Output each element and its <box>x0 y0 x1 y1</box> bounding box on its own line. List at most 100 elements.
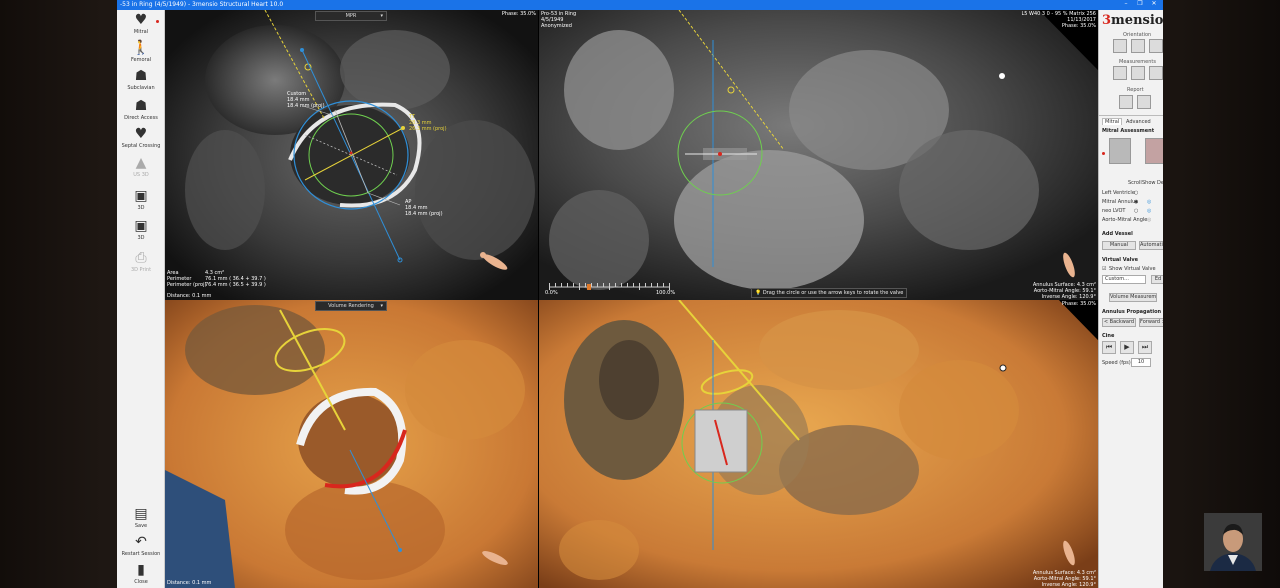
render-mode-dropdown[interactable]: Volume Rendering ▾ <box>315 301 387 311</box>
tool-label: US 3D <box>133 172 149 178</box>
valve-model-icon[interactable] <box>1145 138 1163 164</box>
measure-angle-button[interactable] <box>1131 66 1145 80</box>
viewport-volume-bottom-left[interactable]: Volume Rendering ▾ Distance: 0.1 mm <box>165 300 538 588</box>
report-snapshot-button[interactable] <box>1119 95 1133 109</box>
window-title: -53 in Ring (4/5/1949) - 3mensio Structu… <box>120 1 284 8</box>
viewport-mpr-top-left[interactable]: MPR ▾ Phase: 35.0% Custom 18.4 mm 18.4 m… <box>165 10 538 300</box>
tool-3d-print[interactable]: ⎙ 3D Print <box>119 250 163 273</box>
eye-icon[interactable]: ◎ <box>1147 199 1151 205</box>
close-icon: ▮ <box>137 562 145 578</box>
slider-tick <box>633 283 634 287</box>
slider-thumb[interactable] <box>587 284 591 290</box>
slider-tick <box>561 283 562 287</box>
tool-us-3d[interactable]: ▲ US 3D <box>119 155 163 178</box>
presenter-avatar <box>1204 513 1262 571</box>
phase-label: Phase: 35.0% <box>501 11 536 17</box>
measure-proj: 18.4 mm (proj) <box>405 211 443 217</box>
radio-left-ventricle[interactable]: ○ <box>1134 190 1138 196</box>
tool-label: Restart Session <box>121 551 161 557</box>
measure-proj: 26.3 mm (proj) <box>409 126 447 132</box>
printer-icon: ⎙ <box>135 250 147 266</box>
tool-label: Save <box>134 523 148 529</box>
show-valve-label: Show Virtual Valve <box>1109 266 1156 272</box>
measure-area-button[interactable] <box>1149 66 1163 80</box>
viewport-long-axis-top-right[interactable]: Pro-53 in Ring 4/5/1949 Anonymized L5 W4… <box>539 10 1098 300</box>
show-valve-checkbox[interactable]: ☑ <box>1102 266 1106 272</box>
tab-advanced[interactable]: Advanced <box>1124 119 1153 125</box>
annulus-info: Annulus Surface: 4.3 cm² Aorto-Mitral An… <box>1033 282 1096 300</box>
volume-measurement-button[interactable]: Volume Measurement <box>1109 293 1157 302</box>
tool-3d-b[interactable]: ▣ 3D <box>119 218 163 241</box>
step-forward-button[interactable]: ⏭ <box>1138 341 1152 354</box>
tool-septal-crossing[interactable]: ♥ Septal Crossing <box>119 126 163 149</box>
row-aorto-mitral-angle[interactable]: Aorto-Mitral Angle <box>1102 217 1147 223</box>
phase-label: Phase: 35.0% <box>1061 23 1096 29</box>
inverse-angle: Inverse Angle: 120.9° <box>1041 582 1096 588</box>
cube-icon: ▣ <box>134 188 148 204</box>
step-back-button[interactable]: ⏮ <box>1102 341 1116 354</box>
tool-3d-a[interactable]: ▣ 3D <box>119 188 163 211</box>
automatic-button[interactable]: Automatic <box>1139 241 1163 250</box>
tool-mitral[interactable]: ♥ Mitral <box>119 12 163 35</box>
valve-select[interactable]: Custom... <box>1102 275 1146 284</box>
backward-button[interactable]: < Backward <box>1102 318 1136 327</box>
maximize-button[interactable]: ❐ <box>1133 0 1147 7</box>
volume-rendering-image <box>165 300 538 588</box>
row-mitral-annulus[interactable]: Mitral Annulus <box>1102 199 1138 205</box>
chevron-down-icon: ▾ <box>380 303 383 309</box>
delete-label: De <box>1157 180 1163 186</box>
close-window-button[interactable]: ✕ <box>1147 0 1161 7</box>
tool-label: 3D <box>137 205 145 211</box>
tool-direct-access[interactable]: ☗ Direct Access <box>119 98 163 121</box>
manual-button[interactable]: Manual <box>1102 241 1136 250</box>
report-document-button[interactable] <box>1137 95 1151 109</box>
close-button[interactable]: ▮ Close <box>119 562 163 585</box>
slider-max-label: 100.0% <box>656 290 676 296</box>
forward-button[interactable]: Forward > <box>1139 318 1163 327</box>
orientation-view-a-button[interactable] <box>1113 39 1127 53</box>
radio-neo-lvot[interactable]: ○ <box>1134 208 1138 214</box>
tool-subclavian[interactable]: ☗ Subclavian <box>119 68 163 91</box>
save-button[interactable]: ▤ Save <box>119 506 163 529</box>
long-axis-ct-image <box>539 10 1098 300</box>
probe-icon: ▲ <box>135 155 147 171</box>
radio-mitral-annulus[interactable]: ◉ <box>1134 199 1138 205</box>
minimize-button[interactable]: – <box>1119 0 1133 7</box>
hint-text: Drag the circle or use the arrow keys to… <box>762 290 904 296</box>
row-left-ventricle[interactable]: Left Ventricle <box>1102 190 1135 196</box>
tools-panel: 33mensiomensio Orientation Measurements … <box>1098 10 1163 588</box>
view-mode-dropdown[interactable]: MPR ▾ <box>315 11 387 21</box>
slider-tick <box>615 283 616 287</box>
annulus-stats: Area 4.3 cm² Perimeter 76.1 mm ( 36.4 + 39… <box>167 270 266 288</box>
virtual-valve-heading: Virtual Valve <box>1102 257 1139 263</box>
heart-model-icon[interactable] <box>1109 138 1131 164</box>
speed-input[interactable]: 10 <box>1131 358 1151 367</box>
restart-session-button[interactable]: ↶ Restart Session <box>119 534 163 557</box>
cine-heading: Cine <box>1102 333 1115 339</box>
row-neo-lvot[interactable]: neo LVOT <box>1102 208 1125 214</box>
eye-icon[interactable]: ◎ <box>1147 217 1151 223</box>
view-mode-value: MPR <box>345 13 357 19</box>
custom-measurement-label: Custom 18.4 mm 18.4 mm (proj) <box>287 91 325 109</box>
play-button[interactable]: ▶ <box>1120 341 1134 354</box>
slider-tick <box>567 283 568 287</box>
scan-info: L5 W40 3 0 - 95 % Matrix 256 11/13/2017 … <box>1021 11 1096 29</box>
slider-tick <box>645 283 646 287</box>
slider-tick <box>627 283 628 287</box>
tab-mitral[interactable]: Mitral <box>1102 118 1123 125</box>
viewport-volume-bottom-right[interactable]: Phase: 35.0% Annulus Surface: 4.3 cm² Ao… <box>539 300 1098 588</box>
title-bar: -53 in Ring (4/5/1949) - 3mensio Structu… <box>117 0 1163 10</box>
orientation-view-b-button[interactable] <box>1131 39 1145 53</box>
eye-icon[interactable]: ◎ <box>1147 208 1151 214</box>
tool-femoral[interactable]: 🚶 Femoral <box>119 40 163 63</box>
heart-icon: ♥ <box>134 12 148 28</box>
add-vessel-heading: Add Vessel <box>1102 231 1133 237</box>
edit-valve-button[interactable]: Ed <box>1151 275 1163 284</box>
active-step-marker <box>1102 152 1105 155</box>
slider-tick <box>603 283 604 287</box>
torso-icon: ☗ <box>134 68 148 84</box>
orientation-view-c-button[interactable] <box>1149 39 1163 53</box>
slider-tick <box>597 283 598 287</box>
presenter-video <box>1204 513 1262 571</box>
measure-line-button[interactable] <box>1113 66 1127 80</box>
